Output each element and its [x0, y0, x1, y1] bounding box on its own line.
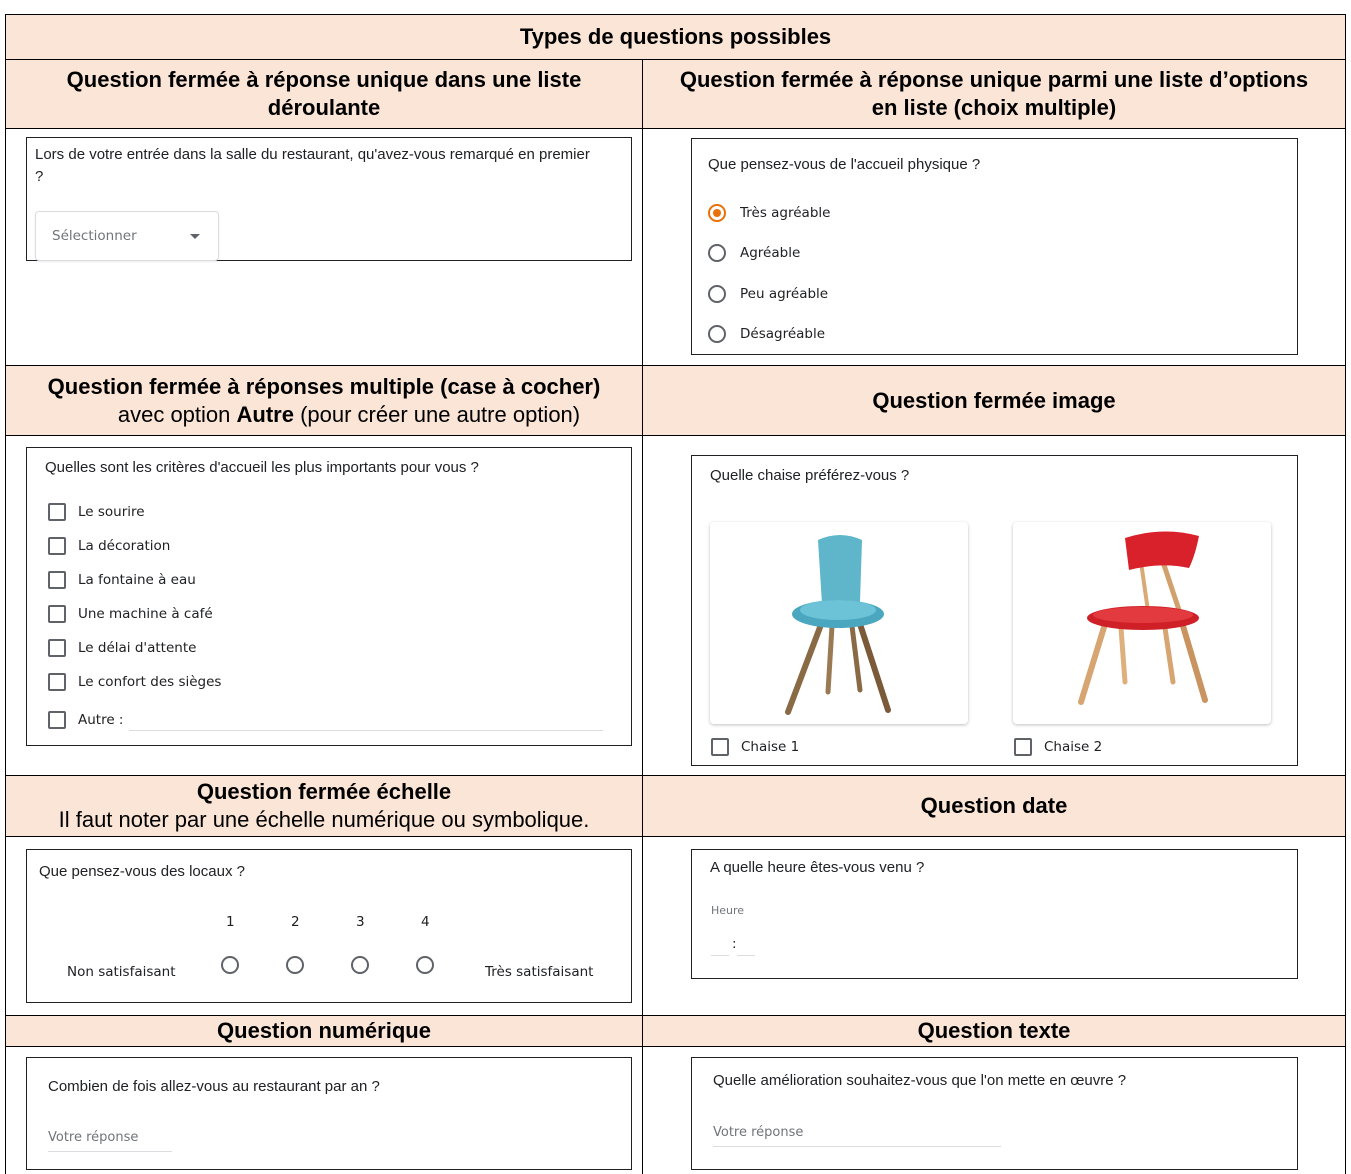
radio-option-label: Agréable: [740, 245, 801, 261]
scale-question-card: Que pensez-vous des locaux ? 1 2 3 4 Non…: [26, 849, 632, 1003]
image-choice-label: Chaise 1: [741, 739, 800, 755]
checkbox-option-1[interactable]: [48, 503, 66, 521]
numeric-question-card: Combien de fois allez-vous au restaurant…: [26, 1057, 632, 1170]
scale-level-label: 2: [291, 914, 300, 930]
image-choice-label: Chaise 2: [1044, 739, 1103, 755]
table-title-text: Types de questions possibles: [519, 24, 832, 49]
time-field-label: Heure: [711, 904, 745, 917]
radio-option-label: Peu agréable: [740, 286, 829, 302]
scale-radio-4[interactable]: [416, 956, 434, 974]
question-text: Que pensez-vous de l'accueil physique ?: [708, 156, 981, 173]
checkbox-other-label: Autre :: [78, 712, 124, 728]
text-input[interactable]: [713, 1146, 1001, 1147]
header-scale: Question fermée échelle Il faut noter pa…: [5, 775, 643, 837]
checkbox-option-4[interactable]: [48, 605, 66, 623]
red-chair-image: [1078, 531, 1208, 705]
time-separator: :: [732, 936, 737, 952]
blue-chair-image: [785, 535, 891, 715]
header-text: Question texte: [642, 1015, 1346, 1047]
checkbox-option-label: Le confort des sièges: [78, 674, 222, 690]
header-dropdown: Question fermée à réponse unique dans un…: [5, 59, 643, 129]
scale-radio-3[interactable]: [351, 956, 369, 974]
checkbox-option-label: Une machine à café: [78, 606, 213, 622]
table-title: Types de questions possibles: [5, 14, 1346, 60]
checkbox-question-card: Quelles sont les critères d'accueil les …: [26, 447, 632, 746]
checkbox-option-label: La décoration: [78, 538, 171, 554]
checkbox-option-label: Le délai d'attente: [78, 640, 197, 656]
question-text: Quelle amélioration souhaitez-vous que l…: [713, 1072, 1127, 1089]
image-choice-2[interactable]: [1013, 522, 1271, 724]
image-choice-2-checkbox[interactable]: [1014, 738, 1032, 756]
checkbox-option-2[interactable]: [48, 537, 66, 555]
header-date: Question date: [642, 775, 1346, 837]
question-text: Lors de votre entrée dans la salle du re…: [35, 146, 590, 185]
header-checkbox-sub: avec option Autre (pour créer une autre …: [117, 401, 581, 427]
checkbox-option-6[interactable]: [48, 673, 66, 691]
text-input-placeholder: Votre réponse: [713, 1125, 804, 1140]
other-text-input[interactable]: [129, 730, 603, 731]
radio-option-2[interactable]: [708, 244, 726, 262]
scale-radio-1[interactable]: [221, 956, 239, 974]
radio-question-card: Que pensez-vous de l'accueil physique ? …: [691, 138, 1298, 355]
question-text: Combien de fois allez-vous au restaurant…: [48, 1078, 380, 1095]
hour-input[interactable]: [711, 955, 729, 956]
minute-input[interactable]: [737, 955, 755, 956]
dropdown-question-card: Lors de votre entrée dans la salle du re…: [26, 137, 632, 261]
text-question-card: Quelle amélioration souhaitez-vous que l…: [691, 1057, 1298, 1170]
numeric-input-placeholder: Votre réponse: [48, 1130, 139, 1145]
radio-option-1[interactable]: [708, 204, 726, 222]
question-text: Quelles sont les critères d'accueil les …: [45, 459, 479, 476]
scale-min-label: Non satisfaisant: [67, 964, 176, 980]
question-text: Que pensez-vous des locaux ?: [39, 863, 245, 880]
scale-radio-2[interactable]: [286, 956, 304, 974]
radio-option-4[interactable]: [708, 325, 726, 343]
image-question-card: Quelle chaise préférez-vous ? Chaise 1 C…: [691, 455, 1298, 766]
question-text: Quelle chaise préférez-vous ?: [710, 467, 910, 484]
checkbox-option-3[interactable]: [48, 571, 66, 589]
checkbox-option-other[interactable]: [48, 711, 66, 729]
numeric-input[interactable]: [48, 1151, 172, 1152]
caret-down-icon: [190, 234, 200, 239]
image-choice-1[interactable]: [710, 522, 968, 724]
select-dropdown[interactable]: Sélectionner: [35, 211, 219, 261]
radio-option-label: Désagréable: [740, 326, 826, 342]
checkbox-option-5[interactable]: [48, 639, 66, 657]
header-checkbox: Question fermée à réponses multiple (cas…: [5, 365, 643, 436]
question-text: A quelle heure êtes-vous venu ?: [710, 859, 925, 876]
checkbox-option-label: La fontaine à eau: [78, 572, 196, 588]
radio-option-label: Très agréable: [740, 205, 831, 221]
header-image: Question fermée image: [642, 365, 1346, 436]
radio-option-3[interactable]: [708, 285, 726, 303]
scale-level-label: 4: [421, 914, 430, 930]
scale-level-label: 1: [226, 914, 235, 930]
scale-level-label: 3: [356, 914, 365, 930]
image-choice-1-checkbox[interactable]: [711, 738, 729, 756]
header-radio: Question fermée à réponse unique parmi u…: [642, 59, 1346, 129]
date-question-card: A quelle heure êtes-vous venu ? Heure :: [691, 849, 1298, 979]
scale-max-label: Très satisfaisant: [485, 964, 594, 980]
checkbox-option-label: Le sourire: [78, 504, 145, 520]
header-numeric: Question numérique: [5, 1015, 643, 1047]
select-placeholder: Sélectionner: [52, 228, 137, 244]
